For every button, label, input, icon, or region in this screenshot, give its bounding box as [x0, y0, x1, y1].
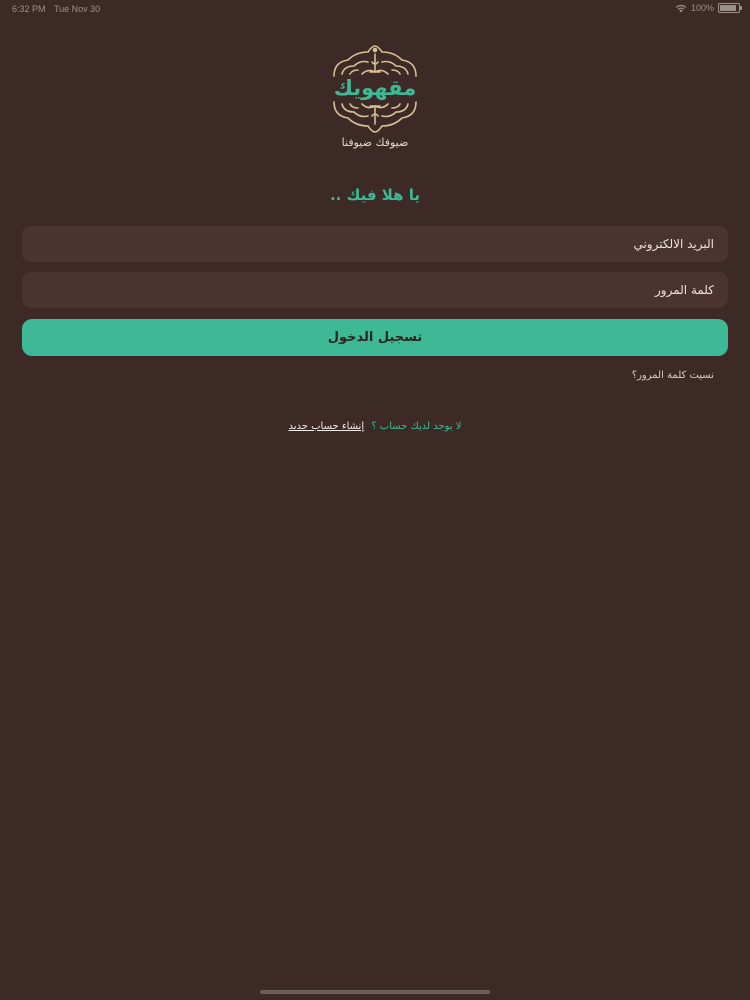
battery-icon [718, 3, 742, 13]
wifi-icon [675, 4, 687, 12]
signup-row: لا يوجد لديك حساب ؟ إنشاء حساب جديد [0, 421, 750, 432]
create-account-link[interactable]: إنشاء حساب جديد [289, 421, 365, 432]
login-button[interactable]: تسجيل الدخول [22, 319, 728, 356]
home-indicator[interactable] [260, 990, 490, 994]
logo-wordmark: مقهويك [333, 76, 417, 100]
signup-question: لا يوجد لديك حساب ؟ [371, 421, 462, 432]
tagline: ضيوفك ضيوفنا [341, 136, 409, 149]
status-date: Tue Nov 30 [54, 4, 101, 14]
forgot-password-link[interactable]: نسيت كلمة المرور؟ [632, 370, 714, 381]
status-indicators: 100% [675, 3, 742, 13]
welcome-heading: يا هلا فيك .. [329, 186, 421, 204]
status-bar: 6:32 PM Tue Nov 30 100% [0, 0, 750, 18]
battery-percent: 100% [690, 3, 714, 13]
email-field[interactable] [22, 226, 728, 262]
status-time: 6:32 PM [12, 4, 46, 14]
password-field[interactable] [22, 272, 728, 308]
app-logo: مقهويك [330, 44, 420, 134]
